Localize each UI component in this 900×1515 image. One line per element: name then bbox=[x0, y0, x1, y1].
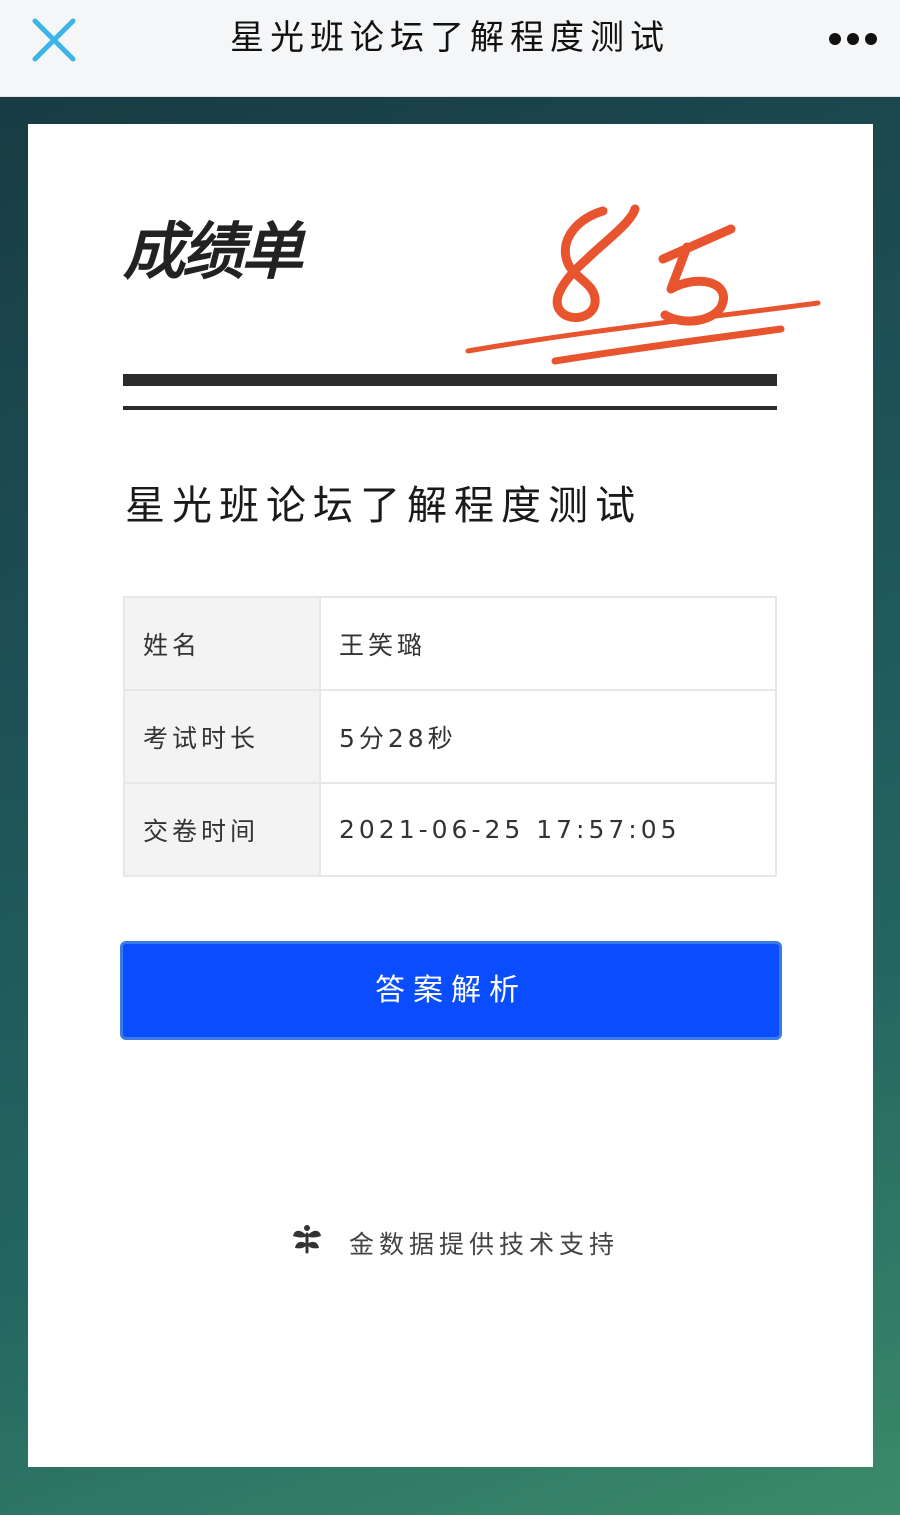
jinshuju-logo-icon bbox=[290, 1222, 324, 1268]
heading-divider-thin bbox=[123, 406, 777, 410]
quiz-title: 星光班论坛了解程度测试 bbox=[125, 483, 642, 529]
heading-divider-thick bbox=[123, 374, 777, 386]
report-heading: 成绩单 bbox=[123, 215, 303, 288]
score-handwritten bbox=[465, 204, 821, 365]
more-dots-icon bbox=[829, 33, 877, 45]
close-icon bbox=[32, 18, 76, 62]
page-title: 星光班论坛了解程度测试 bbox=[230, 18, 670, 58]
more-button[interactable] bbox=[820, 22, 886, 56]
row-label: 考试时长 bbox=[123, 689, 321, 784]
row-value: 王笑璐 bbox=[319, 596, 777, 691]
table-row-duration: 考试时长 5分28秒 bbox=[123, 689, 777, 784]
score-report-card: 成绩单 星光班论坛了解程度测试 姓名 王笑璐 考试时长 5分28秒 交卷时间 2… bbox=[28, 124, 873, 1467]
row-value: 5分28秒 bbox=[319, 689, 777, 784]
answer-analysis-button[interactable]: 答案解析 bbox=[120, 941, 782, 1040]
result-info-table: 姓名 王笑璐 考试时长 5分28秒 交卷时间 2021-06-25 17:57:… bbox=[123, 596, 777, 877]
top-bar: 星光班论坛了解程度测试 bbox=[0, 0, 900, 97]
row-value: 2021-06-25 17:57:05 bbox=[319, 782, 777, 877]
row-label: 姓名 bbox=[123, 596, 321, 691]
close-button[interactable] bbox=[28, 14, 80, 66]
row-label: 交卷时间 bbox=[123, 782, 321, 877]
footer-powered-by[interactable]: 金数据提供技术支持 bbox=[290, 1222, 619, 1262]
footer-text: 金数据提供技术支持 bbox=[348, 1230, 619, 1259]
table-row-name: 姓名 王笑璐 bbox=[123, 596, 777, 691]
table-row-submit-time: 交卷时间 2021-06-25 17:57:05 bbox=[123, 782, 777, 877]
